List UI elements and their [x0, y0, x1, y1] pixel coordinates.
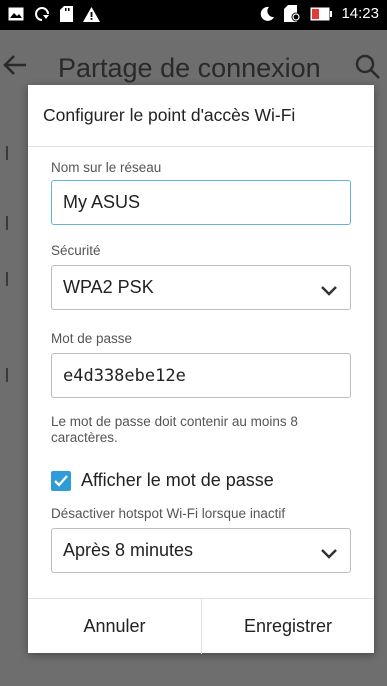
show-password-row[interactable]: Afficher le mot de passe: [51, 470, 274, 491]
status-time: 14:23: [341, 5, 379, 22]
background-list-fragment: [6, 146, 18, 160]
dialog-title: Configurer le point d'accès Wi-Fi: [43, 105, 296, 125]
inactive-timeout-label: Désactiver hotspot Wi-Fi lorsque inactif: [51, 506, 286, 521]
refresh-icon: [34, 6, 50, 22]
show-password-checkbox[interactable]: [51, 470, 71, 491]
dialog-actions: Annuler Enregistrer: [28, 598, 374, 654]
status-bar: 14:23: [0, 0, 387, 30]
cancel-button[interactable]: Annuler: [28, 599, 201, 654]
background-page-title: Partage de connexion: [58, 53, 321, 83]
dialog-title-divider: [28, 146, 374, 147]
background-list-fragment: [6, 216, 18, 230]
background-list-fragment: [6, 368, 18, 382]
warning-icon: [83, 6, 100, 22]
security-value: WPA2 PSK: [63, 277, 154, 297]
moon-icon: [259, 6, 275, 22]
network-name-value: My ASUS: [63, 192, 141, 212]
password-input[interactable]: e4d338ebe12e: [51, 353, 351, 398]
security-label: Sécurité: [51, 243, 101, 258]
search-icon[interactable]: [355, 54, 381, 85]
security-select[interactable]: WPA2 PSK: [51, 265, 351, 310]
chevron-down-icon: [320, 281, 338, 302]
password-value: e4d338ebe12e: [63, 365, 186, 386]
network-name-label: Nom sur le réseau: [51, 160, 162, 175]
back-arrow-icon[interactable]: [2, 52, 28, 85]
save-button[interactable]: Enregistrer: [201, 599, 374, 654]
battery-saver-icon: [284, 5, 301, 22]
password-label: Mot de passe: [51, 331, 133, 346]
show-password-label: Afficher le mot de passe: [81, 470, 274, 490]
background-list-fragment: [6, 272, 18, 286]
password-hint: Le mot de passe doit contenir au moins 8…: [51, 414, 298, 445]
sd-card-icon: [60, 6, 73, 22]
network-name-input[interactable]: My ASUS: [51, 180, 351, 225]
battery-icon: [310, 7, 333, 21]
inactive-timeout-value: Après 8 minutes: [63, 540, 194, 560]
chevron-down-icon: [320, 544, 338, 565]
gallery-icon: [8, 7, 24, 21]
inactive-timeout-select[interactable]: Après 8 minutes: [51, 528, 351, 573]
wifi-hotspot-dialog: Configurer le point d'accès Wi-Fi Nom su…: [28, 85, 374, 654]
